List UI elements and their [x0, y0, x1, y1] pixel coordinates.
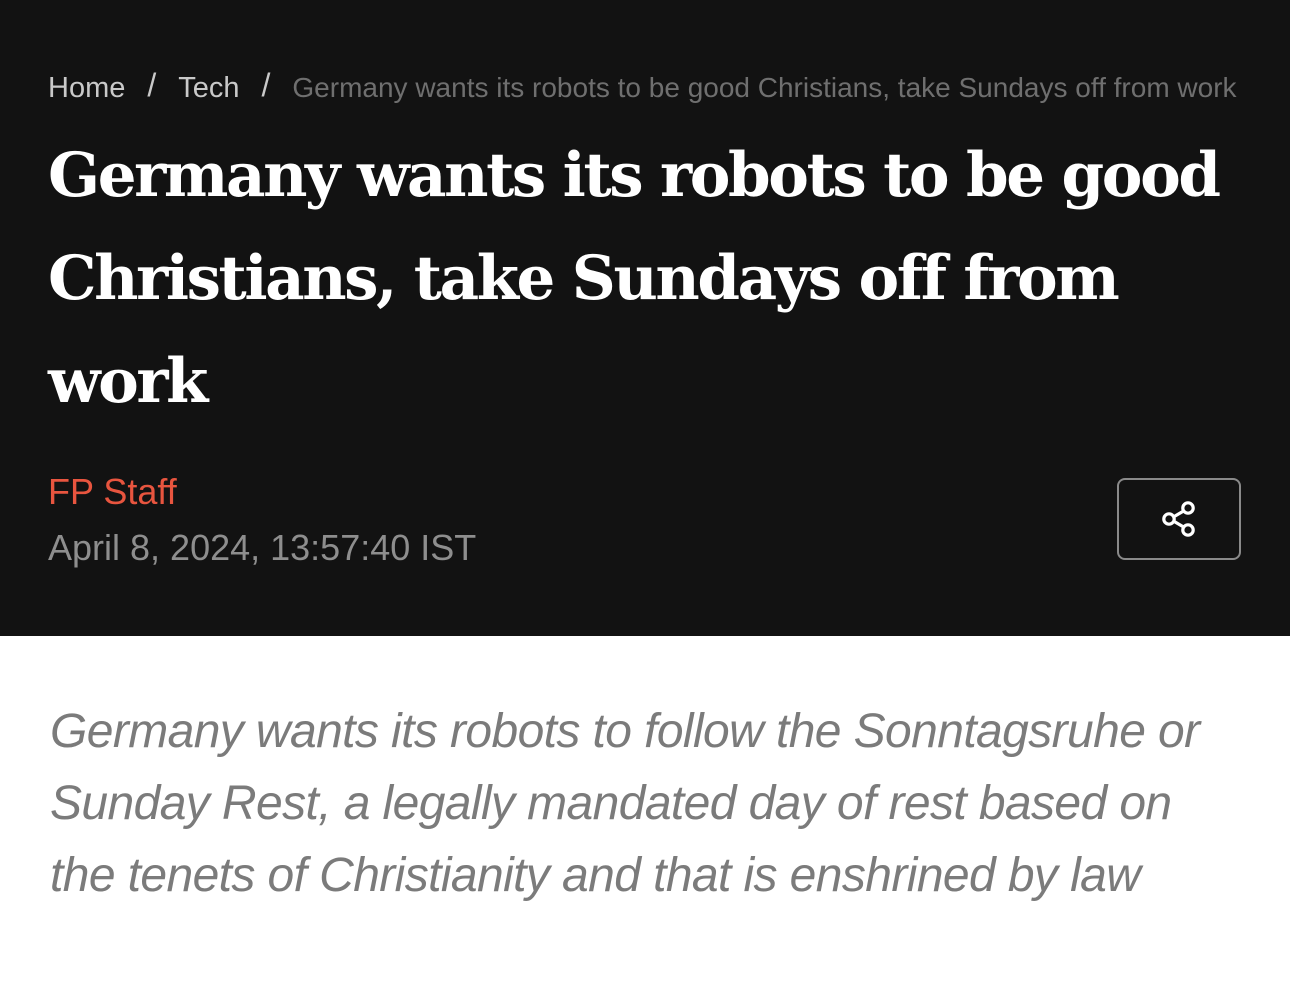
- breadcrumb-separator: /: [147, 66, 157, 103]
- breadcrumb-current-page: Germany wants its robots to be good Chri…: [292, 72, 1237, 103]
- author-link[interactable]: FP Staff: [48, 470, 177, 514]
- article-summary: Germany wants its robots to follow the S…: [50, 705, 1200, 902]
- breadcrumb: Home / Tech / Germany wants its robots t…: [48, 66, 1242, 110]
- article-title: Germany wants its robots to be good Chri…: [48, 140, 1221, 417]
- breadcrumb-home-link[interactable]: Home: [48, 72, 125, 105]
- article-header: Home / Tech / Germany wants its robots t…: [0, 0, 1290, 636]
- publish-date: April 8, 2024, 13:57:40 IST: [48, 527, 477, 568]
- share-icon: [1157, 497, 1201, 541]
- breadcrumb-tech-link[interactable]: Tech: [178, 72, 239, 105]
- breadcrumb-separator: /: [261, 66, 271, 103]
- share-button[interactable]: [1117, 478, 1241, 560]
